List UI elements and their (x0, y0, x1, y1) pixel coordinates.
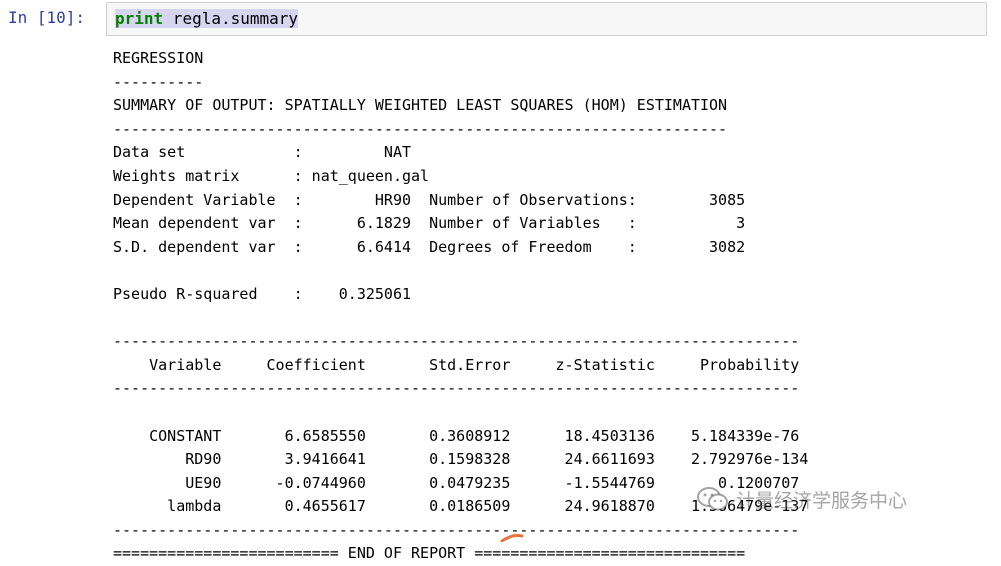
output-line: CONSTANT 6.6585550 0.3608912 18.4503136 … (113, 426, 800, 445)
output-line: S.D. dependent var : 6.6414 Degrees of F… (113, 237, 746, 256)
code-text: regla.summary (163, 9, 299, 28)
code-keyword: print (115, 9, 164, 28)
input-prompt: In [10]: (8, 8, 86, 27)
output-line: ----------------------------------------… (113, 119, 728, 138)
wechat-icon (697, 487, 728, 511)
output-line: Variable Coefficient Std.Error z-Statist… (113, 355, 800, 374)
output-line: Weights matrix : nat_queen.gal (113, 166, 430, 185)
output-line: Data set : NAT (113, 143, 412, 162)
output-line: Mean dependent var : 6.1829 Number of Va… (113, 214, 746, 233)
output-line: ----------------------------------------… (113, 520, 800, 539)
output-line: ---------- (113, 72, 204, 91)
output-line: ----------------------------------------… (113, 332, 800, 351)
output-line: SUMMARY OF OUTPUT: SPATIALLY WEIGHTED LE… (113, 96, 728, 115)
output-line: ----------------------------------------… (113, 379, 800, 398)
code-cell-input[interactable]: print regla.summary (106, 2, 987, 36)
output-line: ========================= END OF REPORT … (113, 544, 746, 563)
output-line: Pseudo R-squared : 0.325061 (113, 284, 412, 303)
code-line[interactable]: print regla.summary (115, 8, 299, 30)
pointer-icon (500, 534, 524, 542)
code-selection: print regla.summary (115, 9, 299, 28)
output-line: REGRESSION (113, 49, 204, 67)
watermark: 计量经济学服务中心 (696, 484, 996, 514)
output-line: Dependent Variable : HR90 Number of Obse… (113, 190, 746, 209)
watermark-text: 计量经济学服务中心 (736, 489, 908, 512)
output-line: RD90 3.9416641 0.1598328 24.6611693 2.79… (113, 450, 809, 469)
